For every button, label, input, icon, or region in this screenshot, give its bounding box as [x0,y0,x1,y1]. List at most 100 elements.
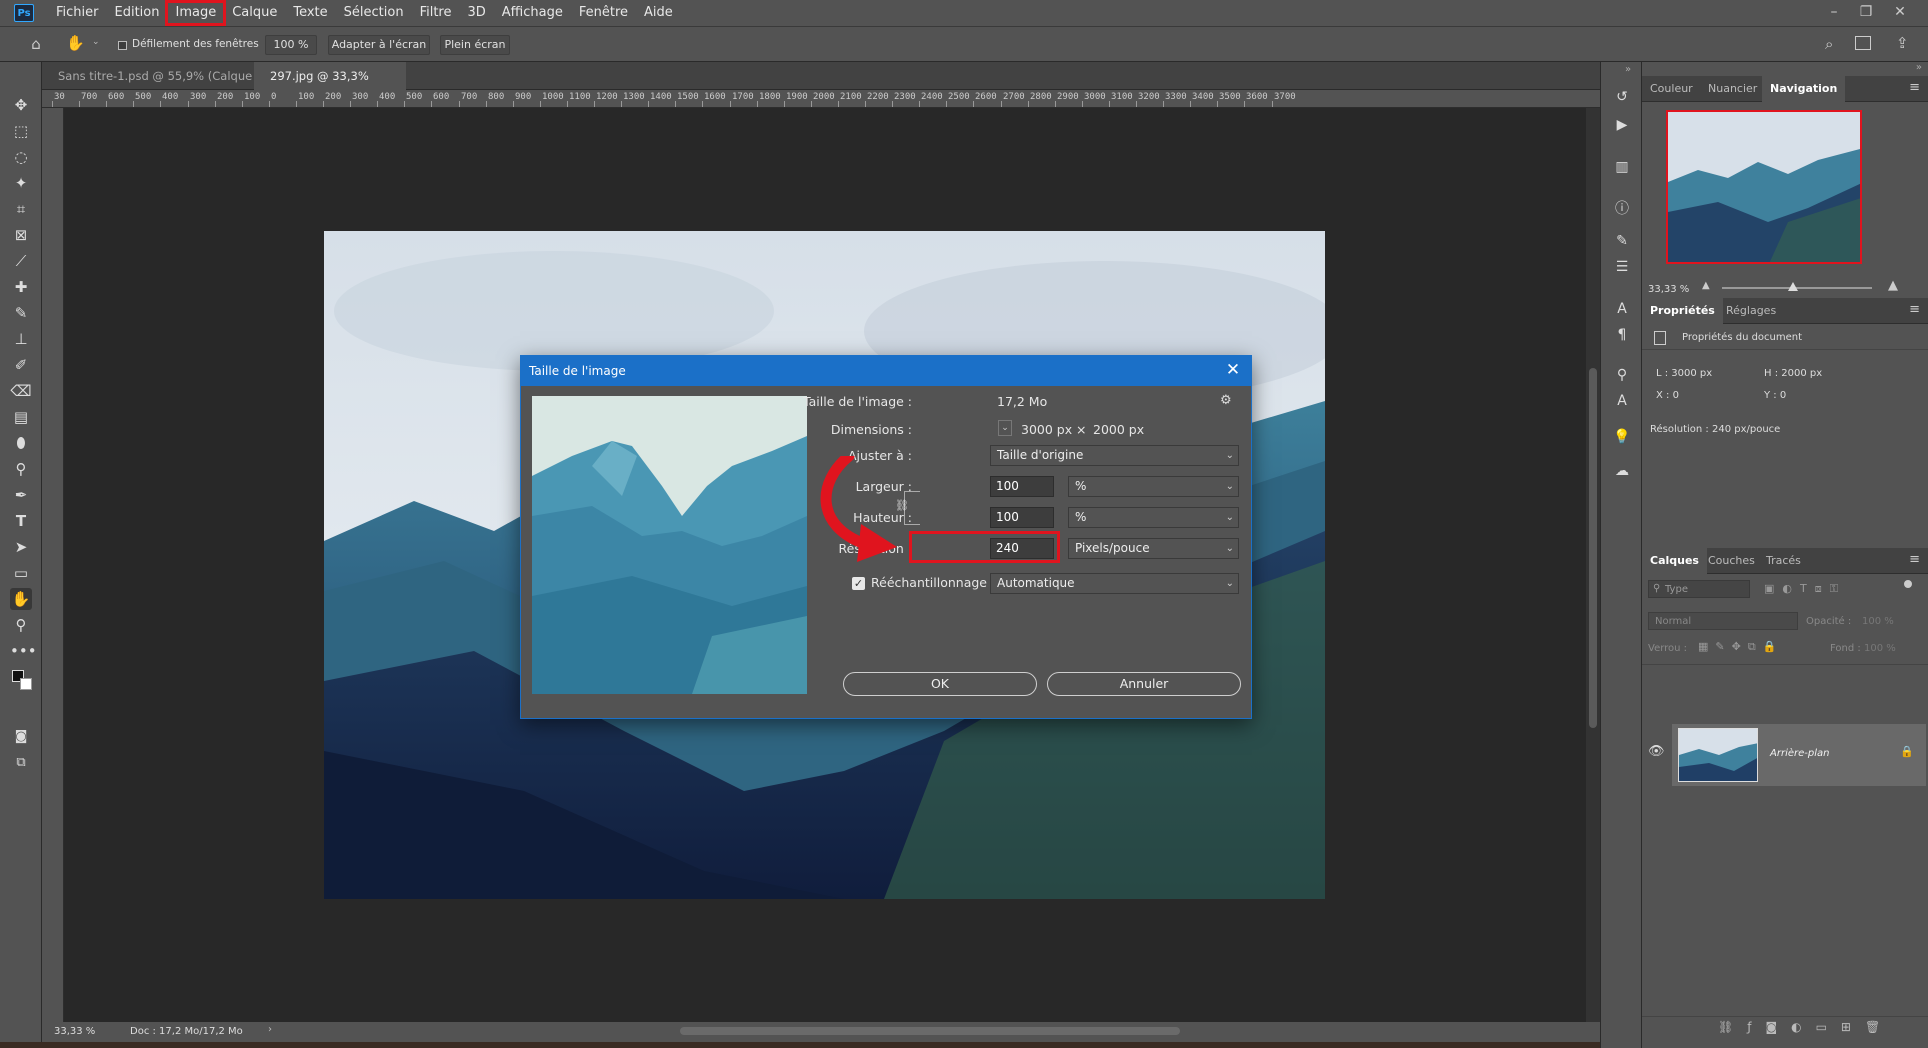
fit-to-select[interactable]: Taille d'origine ⌄ [990,445,1239,466]
filter-toggle-icon[interactable] [1904,580,1912,588]
path-selection-tool-icon[interactable]: ➤ [10,536,32,558]
menu-aide[interactable]: Aide [636,2,681,24]
layer-action-icons[interactable]: ⛓ƒ◙◐▭⊞🗑 [1718,1020,1894,1034]
brush-settings-icon[interactable]: ✎ [1611,230,1633,252]
menu-fichier[interactable]: Fichier [48,2,107,24]
history-brush-tool-icon[interactable]: ✐ [10,354,32,376]
gradient-tool-icon[interactable]: ▤ [10,406,32,428]
histogram-icon[interactable]: ▥ [1611,156,1633,178]
horizontal-scrollbar[interactable] [280,1024,1580,1038]
actions-play-icon[interactable]: ▶ [1611,114,1633,136]
menu-selection[interactable]: Sélection [336,2,412,24]
tab-sans-titre[interactable]: Sans titre-1.psd @ 55,9% (Calque 5, RVB/… [42,62,254,111]
history-icon[interactable]: ↺ [1611,86,1633,108]
menu-calque[interactable]: Calque [224,2,285,24]
cancel-button[interactable]: Annuler [1047,672,1241,696]
tab-nuancier[interactable]: Nuancier [1700,76,1765,102]
tab-traces[interactable]: Tracés [1758,548,1809,574]
close-window-icon[interactable]: ✕ [1886,0,1914,26]
menu-fenetre[interactable]: Fenêtre [571,2,636,24]
eye-visibility-icon[interactable]: 👁 [1648,744,1665,759]
collapse-right-icon[interactable]: » [1916,62,1922,73]
screen-mode-icon[interactable]: ⧉ [10,752,32,774]
resolution-unit-select[interactable]: Pixels/pouce ⌄ [1068,538,1239,559]
eyedropper-tool-icon[interactable]: ⟋ [10,250,32,272]
brush-tool-icon[interactable]: ✎ [10,302,32,324]
tab-navigation[interactable]: Navigation [1762,76,1846,102]
blend-mode-select[interactable]: Normal [1648,612,1798,630]
dodge-tool-icon[interactable]: ⚲ [10,458,32,480]
dialog-close-icon[interactable]: ✕ [1223,360,1243,380]
more-tools-icon[interactable]: ••• [10,640,37,662]
eraser-tool-icon[interactable]: ⌫ [10,380,32,402]
fill-value[interactable]: 100 % [1864,643,1896,654]
tab-proprietes[interactable]: Propriétés [1642,298,1723,324]
minimize-icon[interactable]: – [1820,0,1848,26]
character-styles-icon[interactable]: A [1611,390,1633,412]
panel-menu-icon[interactable]: ≡ [1909,80,1920,95]
glyphs-icon[interactable]: ⚲ [1611,364,1633,386]
panel-menu-icon[interactable]: ≡ [1909,552,1920,567]
width-unit-select[interactable]: % ⌄ [1068,476,1239,497]
rectangle-tool-icon[interactable]: ▭ [10,562,32,584]
adjustments-icon[interactable]: ☰ [1611,256,1633,278]
restore-icon[interactable]: ❐ [1852,0,1880,26]
workspace-icon[interactable] [1855,36,1871,50]
panel-menu-icon[interactable]: ≡ [1909,302,1920,317]
quick-mask-icon[interactable]: ◙ [10,726,32,748]
fit-screen-button[interactable]: Adapter à l'écran [328,35,430,55]
tab-297-jpg[interactable]: 297.jpg @ 33,3% (RVB/8)✕ [254,62,406,111]
share-icon[interactable]: ⇪ [1896,34,1909,52]
width-input[interactable]: 100 [990,476,1054,497]
zoom-in-icon[interactable]: ▲ [1888,278,1898,293]
learn-bulb-icon[interactable]: 💡 [1611,426,1633,448]
vertical-scroll-thumb[interactable] [1589,368,1597,728]
status-expand-icon[interactable]: › [268,1024,272,1035]
dimensions-unit-dropdown-icon[interactable]: ⌄ [998,420,1012,436]
navigator-thumbnail[interactable] [1666,110,1862,264]
collapse-panels-icon[interactable]: » [1625,64,1631,75]
zoom-tool-icon[interactable]: ⚲ [10,614,32,636]
blur-tool-icon[interactable]: ⬮ [10,432,32,454]
magic-wand-tool-icon[interactable]: ✦ [10,172,32,194]
tab-calques[interactable]: Calques [1642,548,1707,574]
horizontal-scroll-thumb[interactable] [680,1027,1180,1035]
menu-affichage[interactable]: Affichage [494,2,571,24]
hand-tool-icon[interactable]: ✋ [66,34,86,54]
dialog-preview[interactable] [532,396,807,694]
healing-brush-tool-icon[interactable]: ✚ [10,276,32,298]
menu-texte[interactable]: Texte [285,2,335,24]
character-icon[interactable]: A [1611,298,1633,320]
vertical-scrollbar[interactable] [1586,108,1600,1022]
tab-couches[interactable]: Couches [1700,548,1763,574]
layer-filter-field[interactable]: ⚲ Type [1648,580,1750,598]
paragraph-icon[interactable]: ¶ [1611,324,1633,346]
chevron-down-icon[interactable]: ⌄ [92,37,100,47]
libraries-icon[interactable]: ☁ [1611,460,1633,482]
settings-gear-icon[interactable]: ⚙ [1220,393,1232,408]
move-tool-icon[interactable]: ✥ [10,94,32,116]
scroll-all-checkbox[interactable] [118,41,127,50]
menu-image[interactable]: Image [165,0,227,26]
layer-row[interactable]: 👁 Arrière-plan 🔒 [1648,724,1926,786]
crop-tool-icon[interactable]: ⌗ [10,198,32,220]
height-input[interactable]: 100 [990,507,1054,528]
menu-3d[interactable]: 3D [460,2,494,24]
layer-filter-icons[interactable]: ▣◐T⧈⚿ [1764,582,1846,596]
menu-edition[interactable]: Edition [107,2,168,24]
menu-filtre[interactable]: Filtre [412,2,460,24]
background-color-swatch[interactable] [20,678,32,690]
tab-reglages[interactable]: Réglages [1718,298,1784,324]
search-icon[interactable]: ⌕ [1825,35,1833,53]
home-icon[interactable]: ⌂ [26,35,46,55]
zoom-slider-handle[interactable] [1788,282,1798,291]
frame-tool-icon[interactable]: ⊠ [10,224,32,246]
lasso-tool-icon[interactable]: ◌ [10,146,32,168]
marquee-tool-icon[interactable]: ⬚ [10,120,32,142]
tab-couleur[interactable]: Couleur [1642,76,1701,102]
opacity-value[interactable]: 100 % [1862,616,1894,627]
ok-button[interactable]: OK [843,672,1037,696]
clone-stamp-tool-icon[interactable]: ⊥ [10,328,32,350]
lock-icons[interactable]: ▦✎✥⧉🔒 [1698,640,1783,654]
zoom-out-icon[interactable]: ▲ [1702,280,1710,291]
